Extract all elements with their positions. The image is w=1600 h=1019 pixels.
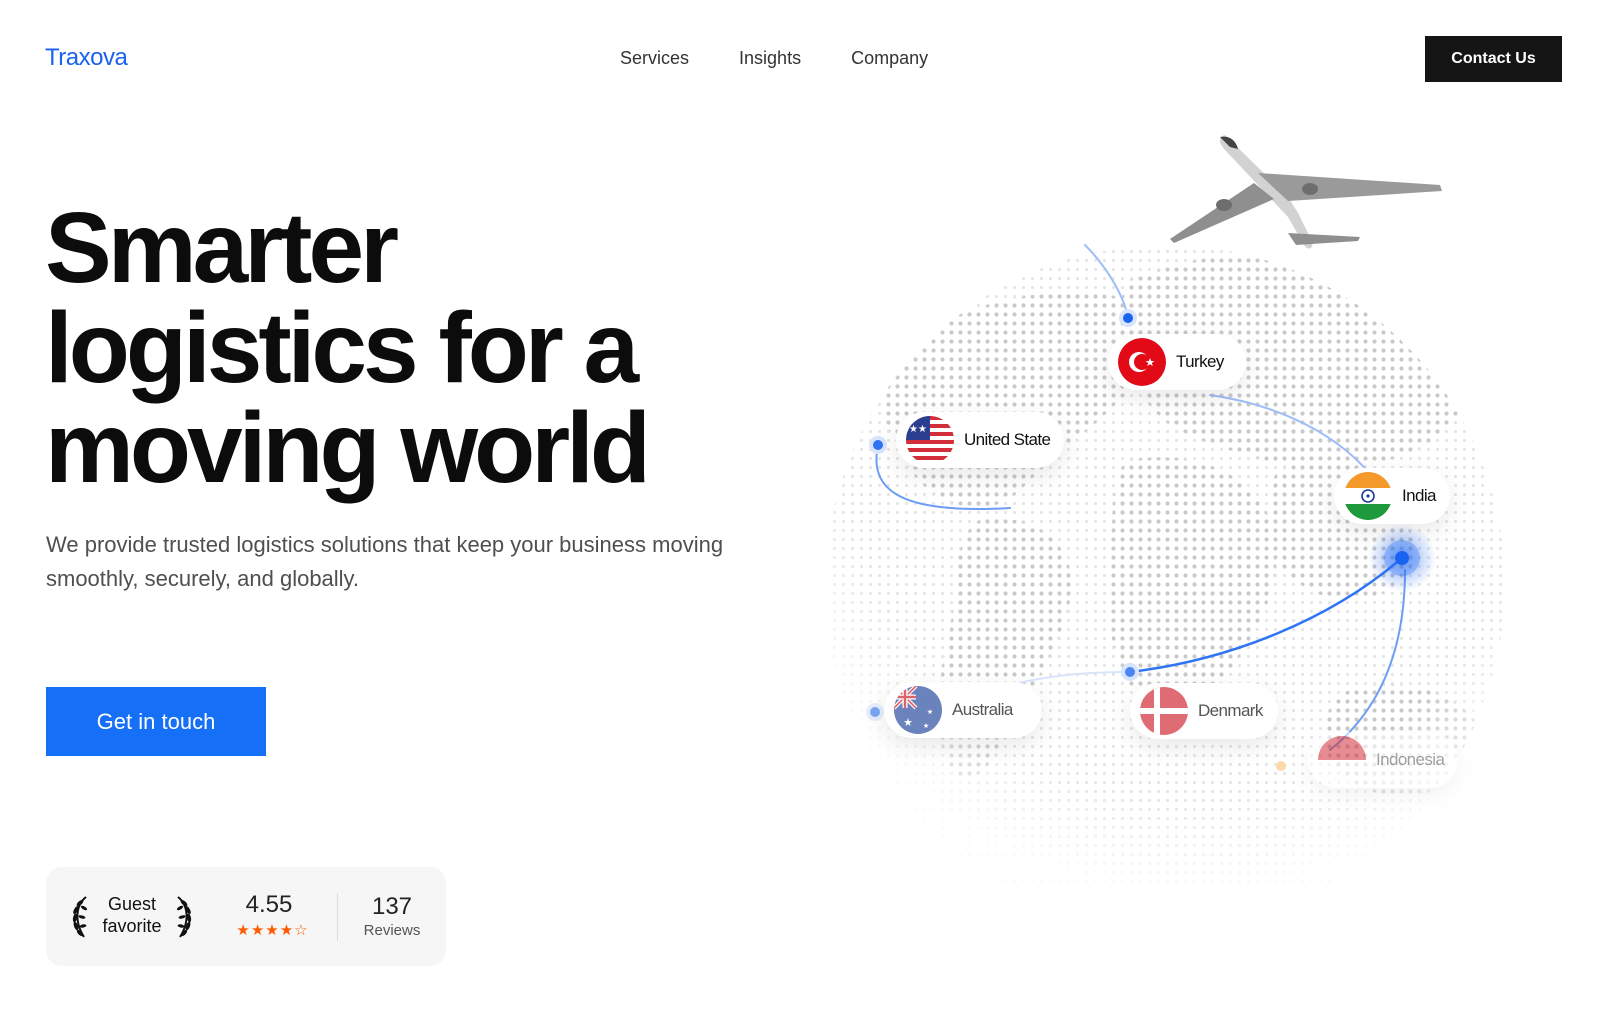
main-menu: Services Insights Company — [620, 48, 928, 69]
rating-card: Guest favorite 4.55 ★ ★ ★ ★ ☆ 137 Reviews — [46, 867, 446, 966]
location-pill-india[interactable]: India — [1334, 468, 1450, 524]
location-label: United State — [964, 430, 1051, 449]
nav-link-insights[interactable]: Insights — [739, 48, 801, 69]
indonesia-flag-icon — [1318, 736, 1366, 784]
star-filled-icon: ★ — [265, 922, 279, 939]
star-filled-icon: ★ — [250, 922, 265, 939]
get-in-touch-button[interactable]: Get in touch — [46, 687, 266, 756]
india-flag-icon — [1344, 472, 1392, 520]
star-filled-icon: ★ — [279, 922, 294, 939]
top-navigation: Traxova Services Insights Company Contac… — [0, 0, 1600, 118]
star-rating: ★ ★ ★ ★ ☆ — [232, 921, 312, 939]
location-pill-denmark[interactable]: Denmark — [1130, 683, 1278, 739]
hub-dot — [1395, 551, 1409, 565]
review-count: 137 — [371, 893, 413, 920]
location-pill-indonesia[interactable]: Indonesia — [1308, 732, 1458, 788]
airplane-icon — [1170, 135, 1442, 249]
svg-text:★: ★ — [903, 716, 913, 729]
svg-text:★: ★ — [923, 722, 929, 730]
australia-flag-icon: ★ ★ ★ — [894, 686, 942, 734]
route-node — [870, 707, 880, 717]
nav-link-company[interactable]: Company — [851, 48, 928, 69]
route-node — [1123, 313, 1133, 323]
rating-divider — [337, 893, 338, 941]
location-label: Australia — [952, 700, 1013, 719]
hero-title-line: Smarter — [45, 192, 399, 304]
location-pill-united-state[interactable]: ★★ United State — [896, 412, 1064, 468]
globe-illustration: Turkey ★★ United State India ★ ★ ★ Austr… — [830, 130, 1550, 890]
hero-title: Smarter logistics for a moving world — [45, 198, 765, 498]
nav-link-services[interactable]: Services — [620, 48, 689, 69]
laurel-left-icon — [72, 896, 88, 938]
location-pill-australia[interactable]: ★ ★ ★ Australia — [884, 682, 1042, 738]
svg-text:★: ★ — [927, 708, 933, 716]
hero-title-line: logistics for a — [45, 292, 639, 404]
brand-logo[interactable]: Traxova — [45, 44, 128, 72]
location-label: Indonesia — [1376, 750, 1445, 769]
location-label: India — [1402, 486, 1436, 505]
star-filled-icon: ★ — [236, 922, 250, 939]
star-empty-icon: ☆ — [294, 922, 308, 939]
location-label: Denmark — [1198, 701, 1263, 720]
location-pill-turkey[interactable]: Turkey — [1108, 334, 1246, 390]
denmark-flag-icon — [1140, 687, 1188, 735]
hero-subtitle: We provide trusted logistics solutions t… — [46, 532, 724, 591]
location-label: Turkey — [1176, 352, 1224, 371]
review-count-label: Reviews — [363, 922, 421, 939]
route-node — [1276, 761, 1286, 771]
guest-favorite-badge: Guest favorite — [102, 894, 162, 936]
contact-us-button[interactable]: Contact Us — [1425, 36, 1562, 82]
route-node — [873, 440, 883, 450]
laurel-right-icon — [176, 896, 192, 938]
hero-title-line: moving world — [45, 392, 651, 504]
turkey-flag-icon — [1118, 338, 1166, 386]
route-node — [1125, 667, 1135, 677]
rating-score: 4.55 — [245, 891, 293, 918]
svg-text:★★: ★★ — [909, 424, 927, 435]
usa-flag-icon: ★★ — [906, 416, 954, 464]
